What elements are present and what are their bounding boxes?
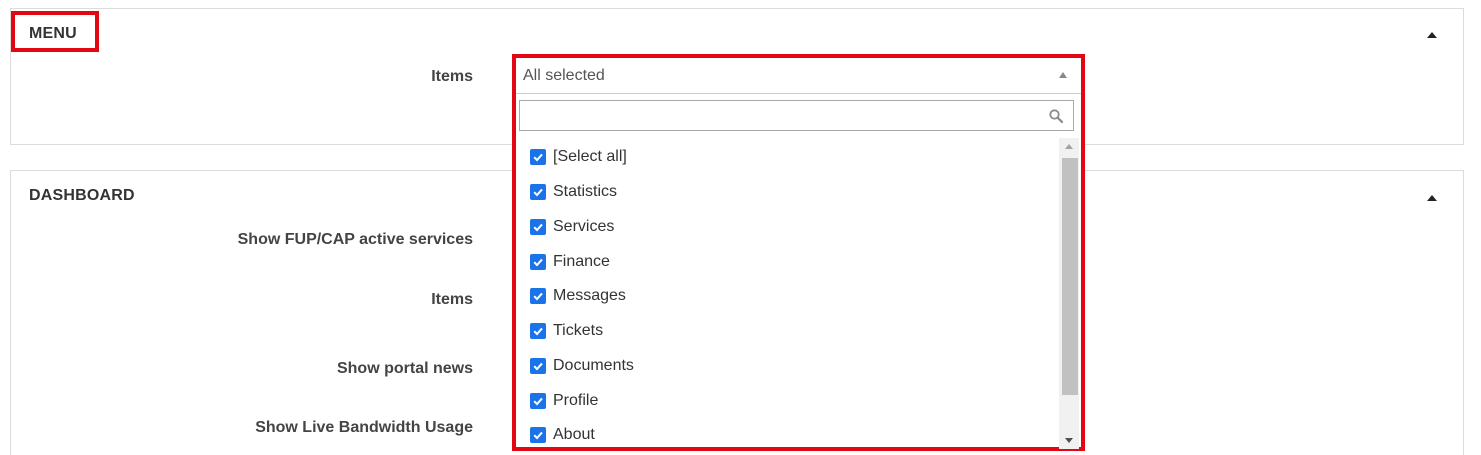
option-label: Tickets bbox=[553, 322, 604, 339]
checkmark-icon bbox=[533, 188, 543, 197]
option-profile[interactable]: Profile bbox=[530, 389, 598, 413]
checkbox-checked[interactable] bbox=[530, 393, 546, 409]
items-multiselect: All selected [Select all] Statistics Ser… bbox=[512, 54, 1085, 451]
checkbox-checked[interactable] bbox=[530, 254, 546, 270]
option-services[interactable]: Services bbox=[530, 215, 614, 239]
search-icon bbox=[1049, 109, 1063, 123]
show-portal-news-label: Show portal news bbox=[336, 360, 473, 377]
checkmark-icon bbox=[533, 292, 543, 301]
checkbox-checked[interactable] bbox=[530, 288, 546, 304]
option-finance[interactable]: Finance bbox=[530, 250, 610, 274]
collapse-icon[interactable] bbox=[1427, 32, 1437, 38]
scroll-down-arrow-icon[interactable] bbox=[1065, 438, 1073, 443]
option-messages[interactable]: Messages bbox=[530, 284, 626, 308]
checkmark-icon bbox=[533, 397, 543, 406]
checkmark-icon bbox=[533, 362, 543, 371]
option-select-all[interactable]: [Select all] bbox=[530, 145, 627, 169]
option-label: Services bbox=[553, 218, 615, 235]
option-documents[interactable]: Documents bbox=[530, 354, 634, 378]
checkbox-checked[interactable] bbox=[530, 427, 546, 443]
option-label: Documents bbox=[553, 357, 634, 374]
option-tickets[interactable]: Tickets bbox=[530, 319, 603, 343]
multiselect-search-input[interactable] bbox=[520, 101, 1073, 130]
caret-up-icon bbox=[1059, 72, 1067, 78]
menu-items-label: Items bbox=[431, 68, 473, 85]
menu-title-highlight bbox=[11, 11, 99, 52]
checkbox-checked[interactable] bbox=[530, 219, 546, 235]
checkbox-checked[interactable] bbox=[530, 184, 546, 200]
checkmark-icon bbox=[533, 431, 543, 440]
show-live-bandwidth-label: Show Live Bandwidth Usage bbox=[255, 419, 473, 436]
show-fup-cap-label: Show FUP/CAP active services bbox=[237, 231, 473, 248]
multiselect-options-list: [Select all] Statistics Services Finance… bbox=[516, 138, 1058, 449]
option-label: [Select all] bbox=[553, 148, 627, 165]
checkmark-icon bbox=[533, 223, 543, 232]
scroll-up-arrow-icon[interactable] bbox=[1065, 144, 1073, 149]
checkbox-checked[interactable] bbox=[530, 323, 546, 339]
items-multiselect-toggle[interactable]: All selected bbox=[516, 58, 1081, 94]
collapse-icon[interactable] bbox=[1427, 195, 1437, 201]
multiselect-search-box bbox=[519, 100, 1074, 131]
dashboard-items-label: Items bbox=[431, 291, 473, 308]
option-label: Profile bbox=[553, 392, 599, 409]
dashboard-panel-title: DASHBOARD bbox=[29, 187, 135, 204]
options-scrollbar[interactable] bbox=[1059, 138, 1079, 449]
checkbox-checked[interactable] bbox=[530, 149, 546, 165]
scrollbar-thumb[interactable] bbox=[1062, 158, 1078, 395]
option-label: About bbox=[553, 426, 595, 443]
option-label: Messages bbox=[553, 287, 626, 304]
checkbox-checked[interactable] bbox=[530, 358, 546, 374]
checkmark-icon bbox=[533, 327, 543, 336]
option-label: Finance bbox=[553, 253, 610, 270]
checkmark-icon bbox=[533, 258, 543, 267]
option-label: Statistics bbox=[553, 183, 618, 200]
option-about[interactable]: About bbox=[530, 423, 595, 447]
multiselect-selected-text: All selected bbox=[523, 67, 605, 84]
option-statistics[interactable]: Statistics bbox=[530, 180, 617, 204]
checkmark-icon bbox=[533, 153, 543, 162]
